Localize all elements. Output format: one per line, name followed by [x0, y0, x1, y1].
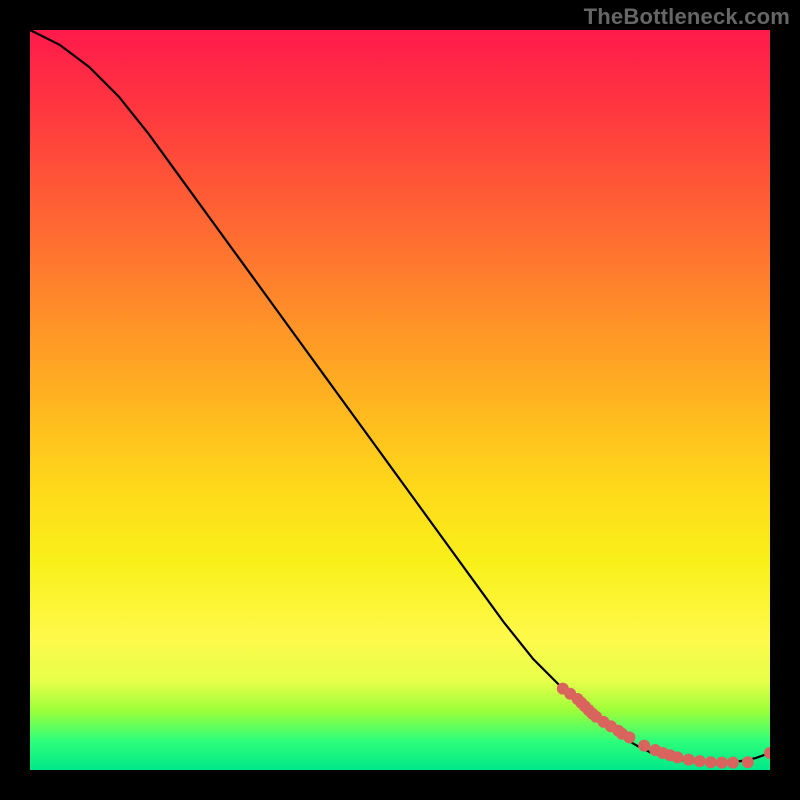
data-marker [683, 754, 695, 766]
data-marker [727, 757, 739, 769]
data-marker [705, 756, 717, 768]
data-marker [623, 731, 635, 743]
data-marker [638, 740, 650, 752]
data-marker [742, 756, 754, 768]
data-marker [672, 751, 684, 763]
bottleneck-curve [30, 30, 770, 763]
data-marker [716, 757, 728, 769]
data-marker [764, 747, 770, 759]
data-markers [557, 683, 770, 769]
chart-frame: TheBottleneck.com [0, 0, 800, 800]
watermark-label: TheBottleneck.com [584, 4, 790, 30]
data-marker [694, 755, 706, 767]
curve-layer [30, 30, 770, 770]
